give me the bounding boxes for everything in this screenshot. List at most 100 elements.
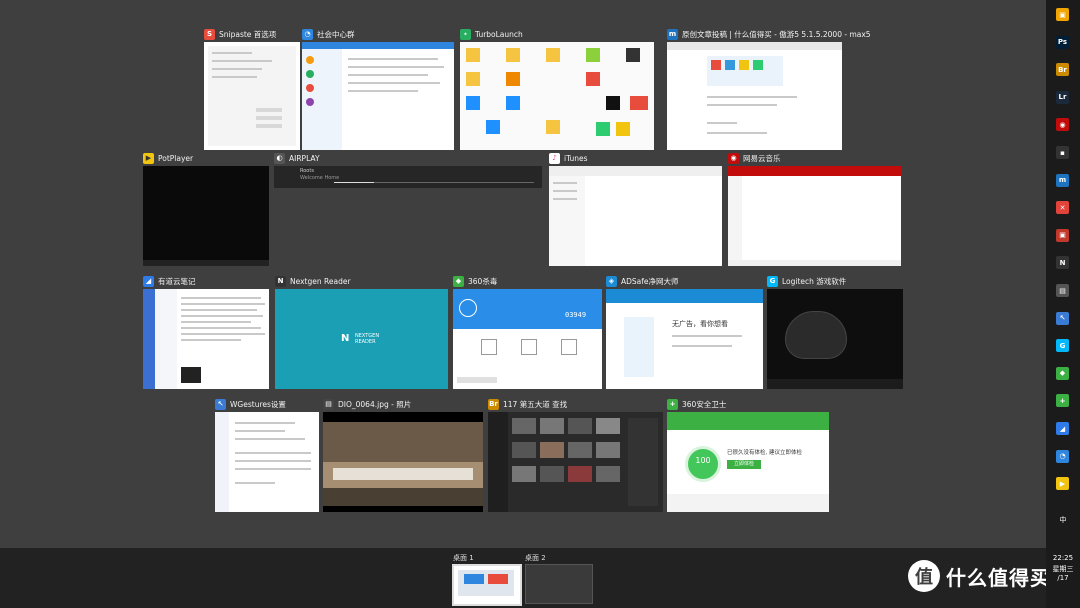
youdao-note-icon: ◢ (143, 275, 154, 287)
window-snipaste[interactable]: S Snipaste 首选项 (204, 26, 300, 150)
nextgen-icon: N (275, 275, 286, 287)
window-turbolaunch[interactable]: ⋆ TurboLaunch (460, 26, 654, 150)
snipaste-icon: S (204, 28, 215, 40)
window-potplayer[interactable]: ▶ PotPlayer (143, 150, 269, 266)
window-thumbnail: 无广告，看你想看 (606, 289, 763, 389)
window-adobe-bridge[interactable]: Br 117 第五大道 查找 (488, 396, 663, 512)
window-title: ◐ AIRPLAY (274, 150, 320, 166)
xmind-icon[interactable]: ✕ (1056, 201, 1069, 215)
window-title: ♪ iTunes (549, 150, 588, 166)
maxthon-icon[interactable]: m (1056, 173, 1069, 187)
360-safe-icon: + (667, 398, 678, 410)
logitech-icon[interactable]: G (1056, 339, 1069, 353)
window-thumbnail (143, 166, 269, 266)
window-thumbnail: 100 已很久没有体检, 建议立即体检 立即体检 (667, 412, 829, 512)
netease-music-icon[interactable]: ◉ (1056, 118, 1069, 132)
window-title: G Logitech 游戏软件 (767, 273, 846, 289)
window-title: Br 117 第五大道 查找 (488, 398, 568, 410)
window-title: ◔ 社会中心群 (302, 26, 355, 42)
checkup-button[interactable]: 立即体检 (727, 460, 761, 469)
window-title: ◢ 有道云笔记 (143, 273, 196, 289)
window-title: ⋆ TurboLaunch (460, 26, 523, 42)
window-title: S Snipaste 首选项 (204, 26, 276, 42)
smzdm-text: 什么值得买 (946, 565, 1051, 590)
window-thumbnail: N NEXTGEN READER (275, 289, 448, 389)
photos-icon[interactable]: ▤ (1056, 284, 1069, 297)
ime-indicator[interactable]: 中 (1046, 515, 1080, 525)
health-message: 已很久没有体检, 建议立即体检 (727, 450, 802, 456)
potplayer-icon: ▶ (143, 152, 154, 164)
clock-time[interactable]: 22:25 (1046, 554, 1080, 562)
window-title: ◉ 网易云音乐 (728, 150, 781, 166)
lightroom-icon[interactable]: Lr (1056, 90, 1069, 104)
clock-weekday: 星期三 (1052, 565, 1074, 573)
desktop-1-label: 桌面 1 (453, 554, 474, 562)
window-title: ◈ ADSafe净网大师 (606, 273, 679, 289)
window-thumbnail (215, 412, 319, 512)
window-airplay[interactable]: ◐ AIRPLAY Roots Welcome Home (274, 150, 542, 190)
nextgen-logo-text: NEXTGEN READER (355, 333, 380, 345)
potplayer-icon[interactable]: ▶ (1056, 477, 1069, 491)
health-score: 100 (695, 456, 711, 465)
adsafe-icon: ◈ (606, 275, 617, 287)
window-logitech[interactable]: G Logitech 游戏软件 (767, 273, 903, 389)
window-wgestures[interactable]: ↖ WGestures设置 (215, 396, 319, 512)
youdao-note-icon[interactable]: ◢ (1056, 422, 1069, 435)
window-thumbnail (767, 289, 903, 389)
window-title: N Nextgen Reader (275, 273, 351, 289)
window-title: ▶ PotPlayer (143, 150, 193, 166)
track-title: Roots (300, 168, 314, 174)
window-thumbnail (488, 412, 663, 512)
gaming-mouse-image (785, 311, 847, 359)
maxthon-icon: m (667, 28, 678, 40)
360-safe-icon[interactable]: + (1056, 394, 1069, 408)
window-360-antivirus[interactable]: ◆ 360杀毒 03949 (453, 273, 602, 389)
smzdm-logo: 值 (908, 560, 940, 592)
itunes-icon: ♪ (549, 152, 560, 164)
window-netease-music[interactable]: ◉ 网易云音乐 (728, 150, 901, 266)
unknown-app-icon[interactable]: ▪ (1056, 146, 1069, 159)
window-title: ↖ WGestures设置 (215, 396, 286, 412)
window-social-center[interactable]: ◔ 社会中心群 (302, 26, 454, 150)
desktop-1-thumbnail[interactable] (452, 564, 522, 606)
task-view: S Snipaste 首选项 ◔ 社会中心群 ⋆ TurboLaunch m 原… (0, 0, 1046, 548)
tim-icon[interactable]: ◔ (1056, 449, 1069, 463)
store-icon[interactable]: ▣ (1056, 8, 1069, 21)
window-thumbnail (667, 42, 842, 150)
window-thumbnail (323, 412, 483, 512)
smzdm-watermark: 值 什么值得买 (908, 560, 1051, 592)
nextgen-logo-mark: N (341, 333, 350, 344)
window-360-safeguard[interactable]: + 360安全卫士 100 已很久没有体检, 建议立即体检 立即体检 (667, 396, 829, 512)
window-title: ▤ DIO_0064.jpg - 照片 (323, 396, 411, 412)
window-maxthon[interactable]: m 原创文章投稿 | 什么值得买 - 傲游5 5.1.5.2000 - max5 (667, 26, 871, 150)
clock-date: /17 (1057, 574, 1069, 582)
window-thumbnail (460, 42, 654, 150)
airplay-icon: ◐ (274, 152, 285, 164)
window-title: ◆ 360杀毒 (453, 273, 497, 289)
window-thumbnail: 03949 (453, 289, 602, 389)
logitech-icon: G (767, 275, 778, 287)
nextgen-icon[interactable]: N (1056, 256, 1069, 270)
window-title: m 原创文章投稿 | 什么值得买 - 傲游5 5.1.5.2000 - max5 (667, 28, 871, 40)
window-thumbnail: Roots Welcome Home (274, 166, 542, 188)
present-icon[interactable]: ▣ (1056, 228, 1069, 242)
360-antivirus-icon[interactable]: ◆ (1056, 366, 1069, 380)
window-thumbnail (728, 166, 901, 266)
photoshop-icon[interactable]: Ps (1056, 35, 1069, 49)
bridge-icon: Br (488, 398, 499, 410)
desktop-2-label: 桌面 2 (525, 554, 546, 562)
window-adsafe[interactable]: ◈ ADSafe净网大师 无广告，看你想看 (606, 273, 763, 389)
window-youdao-note[interactable]: ◢ 有道云笔记 (143, 273, 269, 389)
window-thumbnail (143, 289, 269, 389)
adsafe-headline: 无广告，看你想看 (672, 320, 728, 328)
netease-music-icon: ◉ (728, 152, 739, 164)
window-itunes[interactable]: ♪ iTunes (549, 150, 722, 266)
bridge-icon[interactable]: Br (1056, 63, 1069, 77)
wgestures-icon[interactable]: ↖ (1056, 311, 1069, 325)
desktop-2-thumbnail[interactable] (525, 564, 593, 604)
window-nextgen-reader[interactable]: N Nextgen Reader N NEXTGEN READER (275, 273, 448, 389)
window-photos[interactable]: ▤ DIO_0064.jpg - 照片 (323, 396, 483, 512)
window-thumbnail (302, 42, 454, 150)
tim-icon: ◔ (302, 28, 313, 40)
virtual-desktops-bar: 桌面 1 桌面 2 (0, 548, 1046, 608)
